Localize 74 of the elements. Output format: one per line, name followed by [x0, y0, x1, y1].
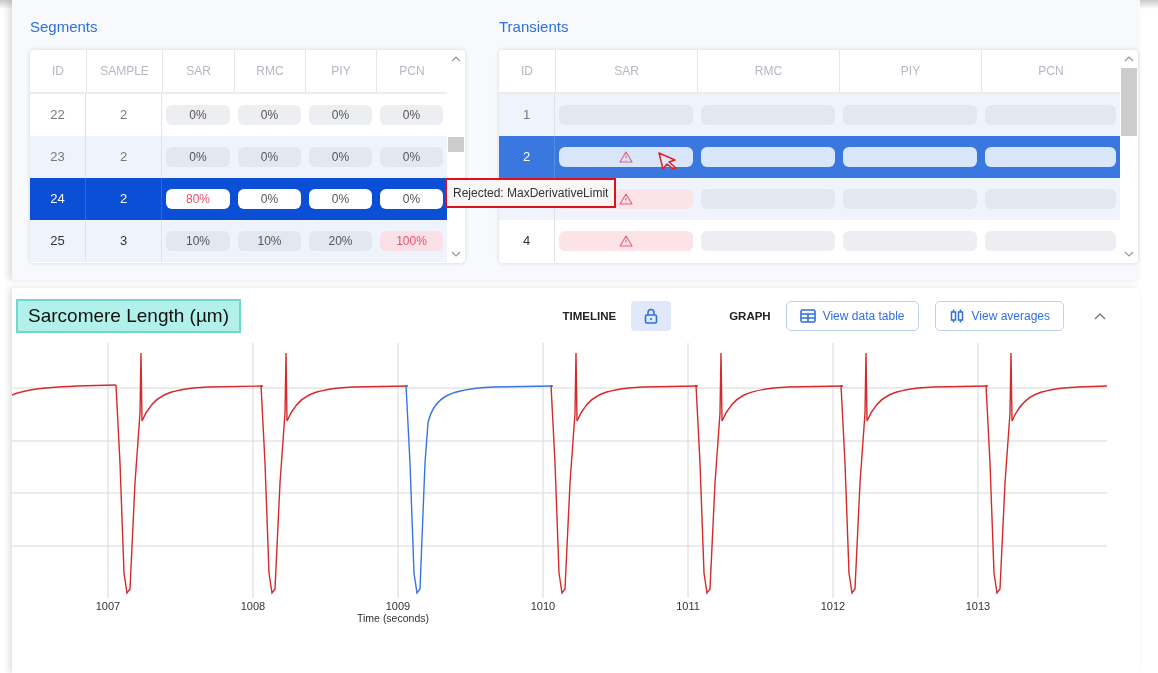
percent-pill: 10%: [166, 231, 230, 251]
lock-icon: [644, 308, 659, 324]
percent-pill: 0%: [380, 147, 443, 167]
table-cell: 2: [119, 191, 128, 206]
axis-tick-label: 1013: [965, 600, 991, 612]
percent-pill: 0%: [166, 105, 230, 125]
timeline-label: TIMELINE: [562, 310, 617, 322]
column-header[interactable]: PCN: [376, 50, 447, 92]
axis-tick-label: 1007: [95, 600, 121, 612]
panel-title: Segments: [30, 18, 99, 37]
percent-pill: 100%: [380, 231, 443, 251]
chevron-down-icon[interactable]: [451, 251, 461, 257]
cursor-icon: [658, 152, 678, 170]
axis-tick-label: 1011: [676, 600, 700, 612]
percent-pill: 0%: [238, 189, 301, 209]
table-cell: 23: [50, 149, 65, 164]
averages-icon: [948, 309, 965, 323]
view-averages-button[interactable]: View averages: [934, 301, 1064, 331]
percent-pill: 80%: [166, 189, 230, 209]
scrollbar-thumb[interactable]: [448, 137, 464, 152]
table-icon: [799, 309, 816, 323]
table-cell: 2: [522, 149, 531, 164]
percent-pill: 20%: [309, 231, 372, 251]
column-header[interactable]: ID: [30, 50, 86, 92]
graph-label: GRAPH: [729, 310, 771, 322]
percent-pill: 0%: [309, 105, 372, 125]
column-header[interactable]: PIY: [305, 50, 376, 92]
chevron-down-icon[interactable]: [1124, 251, 1134, 257]
warning-icon: [619, 193, 633, 205]
table-row[interactable]: 23 2 0% 0% 0% 0%: [30, 136, 447, 178]
percent-pill: 0%: [380, 105, 443, 125]
column-header[interactable]: PCN: [981, 50, 1120, 92]
table-cell: 3: [119, 233, 128, 248]
axis-title: Time (seconds): [357, 612, 429, 624]
table-cell: 24: [50, 191, 65, 206]
table-cell: 25: [50, 233, 65, 248]
chevron-up-icon[interactable]: [451, 56, 461, 62]
percent-pill: 0%: [309, 147, 372, 167]
table-cell: 2: [119, 149, 128, 164]
percent-pill: 0%: [238, 105, 301, 125]
table-cell: 4: [522, 233, 531, 248]
table-cell: 1: [522, 107, 531, 122]
axis-tick-label: 1009: [385, 600, 411, 612]
warning-icon: [619, 151, 633, 163]
column-header[interactable]: RMC: [234, 50, 305, 92]
tooltip: Rejected: MaxDerivativeLimit: [445, 178, 617, 208]
table-cell: 2: [119, 107, 128, 122]
percent-pill: 0%: [166, 147, 230, 167]
scrollbar-thumb[interactable]: [1121, 68, 1137, 136]
column-header[interactable]: SAR: [162, 50, 234, 92]
axis-tick-label: 1008: [240, 600, 266, 612]
percent-pill: 10%: [238, 231, 301, 251]
column-header[interactable]: SAMPLE: [86, 50, 162, 92]
warning-icon: [619, 235, 633, 247]
chevron-up-icon[interactable]: [1124, 56, 1134, 62]
table-row[interactable]: 1: [499, 94, 1120, 136]
axis-tick-label: 1010: [530, 600, 556, 612]
graph-title: Sarcomere Length (µm): [16, 299, 242, 333]
column-header[interactable]: RMC: [697, 50, 839, 92]
table-row[interactable]: 2: [499, 136, 1120, 178]
column-header[interactable]: SAR: [555, 50, 697, 92]
table-cell: 22: [50, 107, 65, 122]
chevron-up-icon[interactable]: [1094, 312, 1106, 320]
percent-pill: 0%: [309, 189, 372, 209]
column-header[interactable]: ID: [499, 50, 555, 92]
table-row[interactable]: 25 3 10% 10% 20% 100%: [30, 220, 447, 262]
view-data-table-button[interactable]: View data table: [785, 301, 919, 331]
axis-tick-label: 1012: [820, 600, 846, 612]
column-header[interactable]: PIY: [839, 50, 981, 92]
percent-pill: 0%: [380, 189, 443, 209]
lock-button[interactable]: [631, 301, 672, 331]
table-row[interactable]: 24 2 80% 0% 0% 0%: [30, 178, 447, 220]
percent-pill: 0%: [238, 147, 301, 167]
panel-title: Transients: [499, 18, 570, 37]
